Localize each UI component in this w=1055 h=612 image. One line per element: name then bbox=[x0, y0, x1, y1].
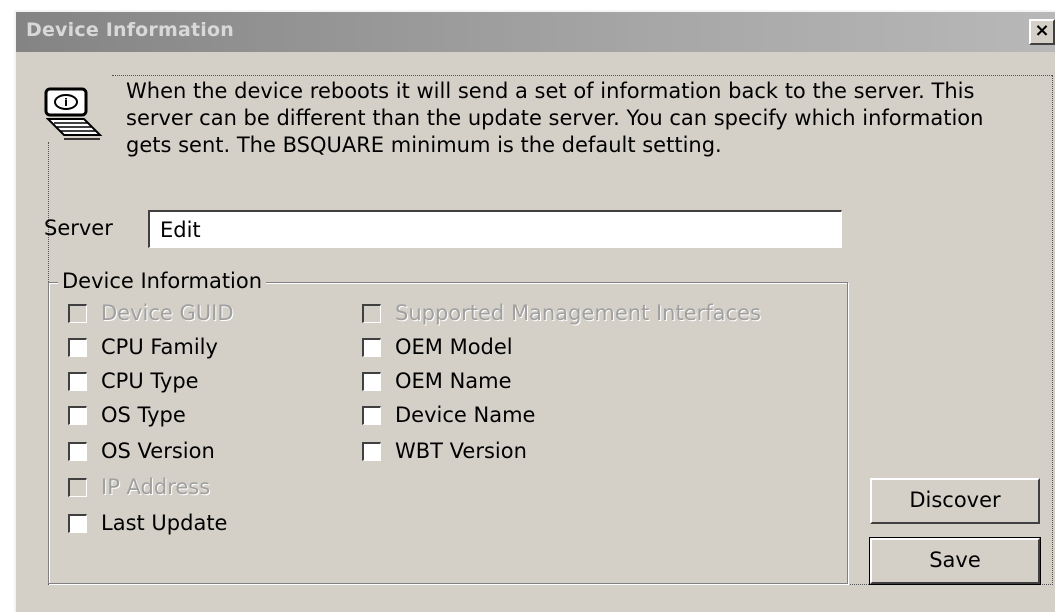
checkbox-supported-mgmt-interfaces: Supported Management Interfaces bbox=[362, 298, 761, 328]
checkbox-box[interactable] bbox=[68, 441, 87, 461]
checkbox-os-type[interactable]: OS Type bbox=[68, 400, 186, 430]
checkbox-label: CPU Type bbox=[101, 369, 199, 393]
checkbox-box[interactable] bbox=[362, 441, 381, 461]
checkbox-label: OEM Name bbox=[395, 369, 512, 393]
device-info-icon: i bbox=[44, 87, 103, 140]
checkbox-box[interactable] bbox=[68, 513, 87, 533]
checkbox-label: OS Type bbox=[101, 403, 186, 427]
description-text: When the device reboots it will send a s… bbox=[126, 79, 984, 157]
window-title: Device Information bbox=[26, 19, 234, 41]
focus-rect-bottom bbox=[48, 584, 1053, 585]
checkbox-box bbox=[68, 477, 87, 497]
checkbox-os-version[interactable]: OS Version bbox=[68, 436, 215, 466]
checkbox-oem-name[interactable]: OEM Name bbox=[362, 366, 512, 396]
checkbox-label: WBT Version bbox=[395, 439, 527, 463]
checkbox-box[interactable] bbox=[362, 371, 381, 391]
checkbox-wbt-version[interactable]: WBT Version bbox=[362, 436, 527, 466]
checkbox-device-guid: Device GUID bbox=[68, 298, 234, 328]
checkbox-box[interactable] bbox=[68, 337, 87, 357]
checkbox-cpu-family[interactable]: CPU Family bbox=[68, 332, 218, 362]
group-title: Device Information bbox=[58, 269, 267, 293]
checkbox-ip-address: IP Address bbox=[68, 472, 210, 502]
checkbox-last-update[interactable]: Last Update bbox=[68, 508, 227, 538]
svg-text:i: i bbox=[64, 96, 68, 109]
checkbox-box[interactable] bbox=[68, 371, 87, 391]
checkbox-label: CPU Family bbox=[101, 335, 218, 359]
checkbox-box[interactable] bbox=[362, 405, 381, 425]
server-label: Server bbox=[44, 216, 113, 240]
focus-rect-top bbox=[112, 75, 1052, 76]
checkbox-box bbox=[68, 303, 87, 323]
checkbox-label: Last Update bbox=[101, 511, 228, 535]
checkbox-label: Device GUID bbox=[101, 301, 234, 325]
close-button[interactable]: × bbox=[1029, 19, 1055, 45]
checkbox-label: Supported Management Interfaces bbox=[395, 301, 761, 325]
checkbox-box[interactable] bbox=[68, 405, 87, 425]
checkbox-cpu-type[interactable]: CPU Type bbox=[68, 366, 199, 396]
close-icon: × bbox=[1034, 20, 1050, 41]
checkbox-device-name[interactable]: Device Name bbox=[362, 400, 535, 430]
checkbox-box[interactable] bbox=[362, 337, 381, 357]
checkbox-label: OEM Model bbox=[395, 335, 513, 359]
save-button[interactable]: Save bbox=[869, 537, 1041, 585]
focus-rect-right bbox=[1052, 75, 1053, 585]
checkbox-label: Device Name bbox=[395, 403, 536, 427]
checkbox-box bbox=[362, 303, 381, 323]
device-information-dialog: Device Information × i When the device r… bbox=[14, 10, 1055, 612]
server-input[interactable] bbox=[148, 210, 842, 248]
checkbox-label: OS Version bbox=[101, 439, 215, 463]
title-bar[interactable]: Device Information × bbox=[16, 12, 1055, 52]
discover-button[interactable]: Discover bbox=[870, 478, 1040, 524]
checkbox-oem-model[interactable]: OEM Model bbox=[362, 332, 513, 362]
checkbox-label: IP Address bbox=[101, 475, 211, 499]
